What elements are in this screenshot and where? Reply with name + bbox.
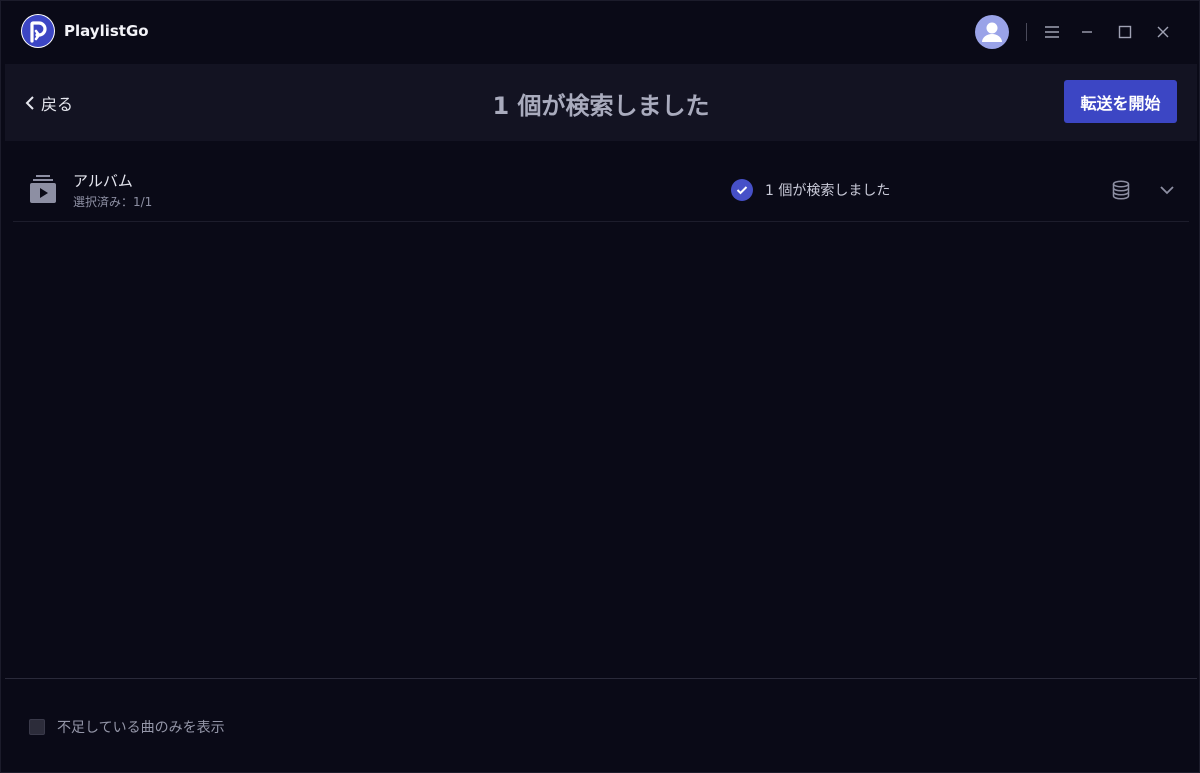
close-button[interactable]: [1148, 17, 1178, 47]
close-icon: [1157, 26, 1169, 38]
header-bar: 戻る 1 個が検索しました 転送を開始: [5, 64, 1197, 141]
album-title: アルバム: [73, 172, 133, 190]
database-icon[interactable]: [1111, 180, 1131, 200]
minimize-icon: [1082, 31, 1092, 33]
minimize-button[interactable]: [1072, 17, 1102, 47]
chevron-down-icon[interactable]: [1158, 181, 1176, 199]
search-status-text: 1 個が検索しました: [765, 183, 891, 199]
title-bar: PlaylistGo: [1, 1, 1199, 63]
app-window: PlaylistGo 戻る 1 個が検索しました 転送を開始 アルバム 選択済み…: [0, 0, 1200, 773]
album-play-icon: [30, 175, 56, 203]
start-transfer-button[interactable]: 転送を開始: [1064, 80, 1177, 123]
album-row[interactable]: アルバム 選択済み：1/1 1 個が検索しました: [13, 159, 1189, 222]
app-logo-icon: [21, 14, 55, 48]
footer-divider: [5, 678, 1197, 679]
page-title: 1 個が検索しました: [492, 92, 710, 120]
titlebar-divider: [1026, 23, 1027, 41]
album-selected-count: 選択済み：1/1: [73, 195, 153, 209]
missing-only-checkbox[interactable]: [29, 719, 45, 735]
menu-icon: [1045, 26, 1059, 38]
missing-only-toggle[interactable]: 不足している曲のみを表示: [29, 717, 225, 737]
avatar-icon[interactable]: [975, 15, 1009, 49]
app-title: PlaylistGo: [64, 22, 149, 40]
menu-button[interactable]: [1037, 17, 1067, 47]
missing-only-label: 不足している曲のみを表示: [57, 720, 225, 736]
search-status: 1 個が検索しました: [731, 179, 890, 201]
maximize-button[interactable]: [1110, 17, 1140, 47]
maximize-icon: [1118, 25, 1132, 39]
check-circle-icon: [731, 179, 753, 201]
